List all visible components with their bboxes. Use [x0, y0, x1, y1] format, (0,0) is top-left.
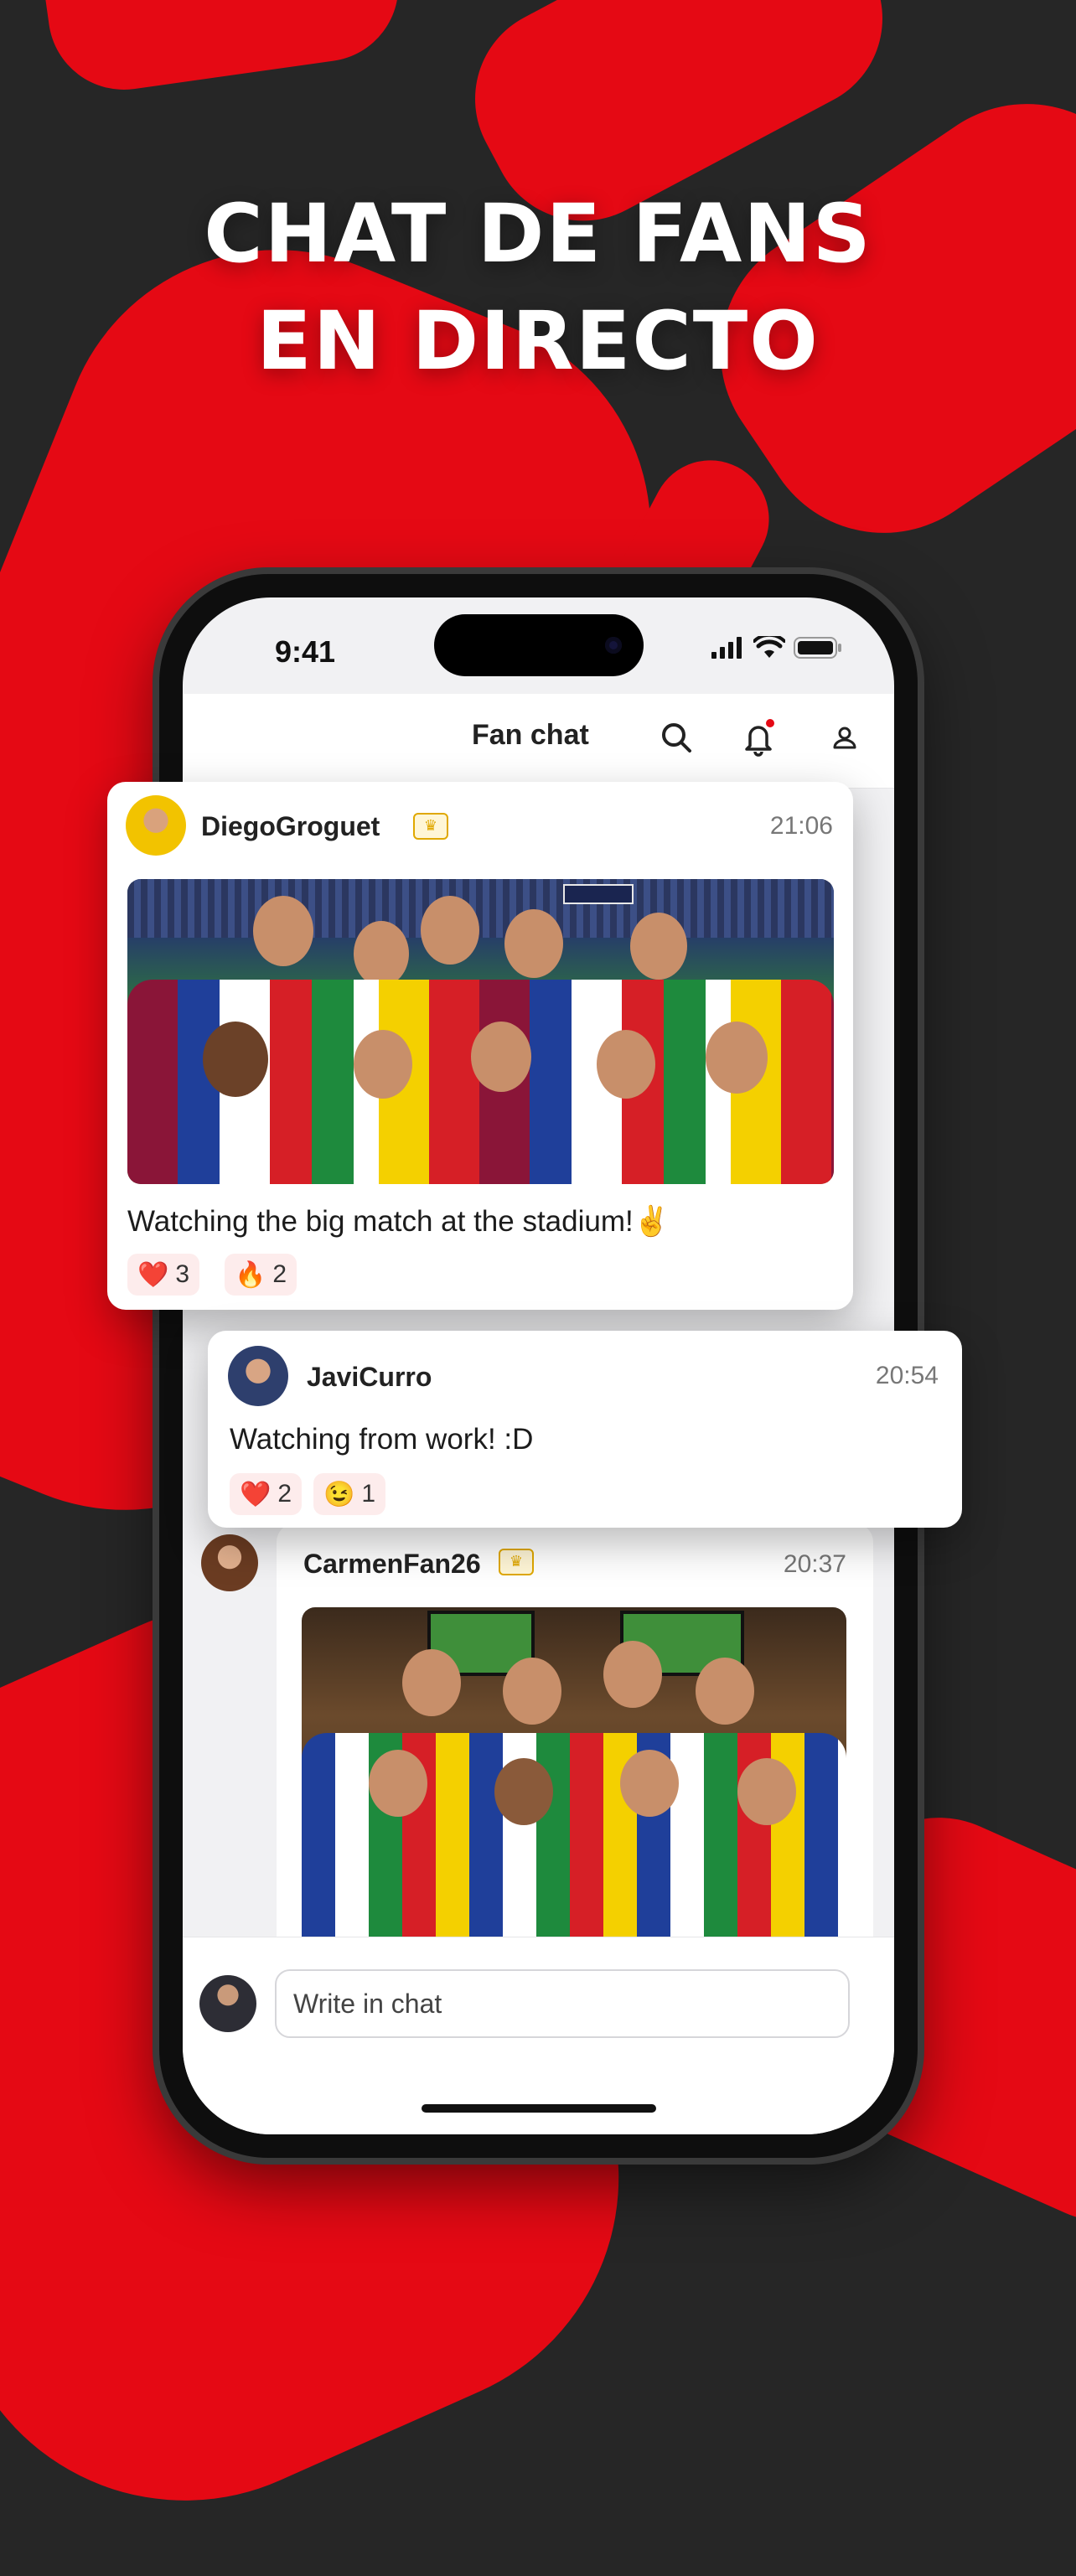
bg-shape: [44, 0, 409, 100]
fan: [253, 896, 313, 966]
heart-icon: ❤️: [137, 1260, 169, 1289]
avatar[interactable]: [228, 1346, 288, 1406]
username[interactable]: DiegoGroguet: [201, 811, 380, 842]
chat-input[interactable]: Write in chat: [275, 1969, 850, 2038]
status-time: 9:41: [275, 634, 336, 669]
reaction-heart[interactable]: ❤️ 3: [127, 1254, 200, 1296]
status-icons: [711, 636, 842, 660]
avatar[interactable]: [201, 1534, 258, 1591]
reaction-heart[interactable]: ❤️ 2: [230, 1473, 303, 1515]
fan: [354, 921, 409, 986]
avatar[interactable]: [126, 795, 186, 856]
message-photo[interactable]: [127, 879, 834, 1184]
fan: [504, 909, 563, 978]
fan: [620, 1750, 679, 1817]
crown-icon: ♛: [413, 813, 448, 840]
fire-icon: 🔥: [235, 1260, 266, 1289]
notification-badge: [766, 719, 774, 727]
user-icon[interactable]: [824, 717, 866, 759]
home-indicator[interactable]: [422, 2104, 656, 2113]
fan: [696, 1658, 754, 1725]
reaction-wink[interactable]: 😉 1: [313, 1473, 386, 1515]
fan: [503, 1658, 561, 1725]
signal-icon: [711, 637, 742, 659]
reaction-fire[interactable]: 🔥 2: [225, 1254, 297, 1296]
fan: [706, 1022, 768, 1094]
message-card: DiegoGroguet ♛ 21:06 Watching the big ma…: [107, 782, 853, 1310]
fan: [494, 1758, 553, 1825]
message-text: Watching from work! :D: [230, 1423, 534, 1456]
fan: [369, 1750, 427, 1817]
camera-icon: [605, 637, 622, 654]
page-title: Fan chat: [472, 719, 589, 751]
battery-icon: [794, 637, 841, 659]
fan: [603, 1641, 662, 1708]
search-icon[interactable]: [656, 717, 698, 759]
headline: CHAT DE FANS EN DIRECTO: [0, 180, 1076, 395]
headline-line-2: EN DIRECTO: [256, 294, 820, 388]
fan: [354, 1030, 412, 1099]
scoreboard: [563, 884, 634, 904]
top-bar: Fan chat: [183, 694, 894, 789]
message-text: Watching the big match at the stadium!✌️: [127, 1205, 670, 1238]
stadium-stands: [127, 879, 834, 938]
fan: [597, 1030, 655, 1099]
fan: [630, 913, 687, 980]
notifications-button[interactable]: [737, 717, 779, 759]
timestamp: 21:06: [769, 812, 833, 840]
fan: [471, 1022, 531, 1092]
message-card: JaviCurro 20:54 Watching from work! :D ❤…: [208, 1331, 962, 1528]
avatar[interactable]: [199, 1975, 256, 2032]
message-card: CarmenFan26 ♛ 20:37: [277, 1523, 873, 1993]
wink-icon: 😉: [323, 1480, 355, 1508]
timestamp: 20:37: [783, 1550, 846, 1578]
fan: [421, 896, 479, 965]
timestamp: 20:54: [875, 1362, 939, 1389]
heart-icon: ❤️: [240, 1480, 272, 1508]
reaction-count: 2: [272, 1260, 287, 1288]
message-photo[interactable]: [302, 1607, 846, 1968]
reaction-count: 1: [361, 1480, 376, 1508]
crown-icon: ♛: [499, 1549, 534, 1575]
wifi-icon: [753, 636, 785, 658]
fan: [203, 1022, 268, 1097]
fan: [737, 1758, 796, 1825]
reaction-count: 2: [277, 1480, 292, 1508]
reaction-count: 3: [175, 1260, 190, 1288]
dynamic-island: [434, 614, 644, 676]
username[interactable]: CarmenFan26: [303, 1549, 481, 1580]
fan: [402, 1649, 461, 1716]
username[interactable]: JaviCurro: [307, 1362, 432, 1393]
headline-line-1: CHAT DE FANS: [204, 187, 872, 281]
